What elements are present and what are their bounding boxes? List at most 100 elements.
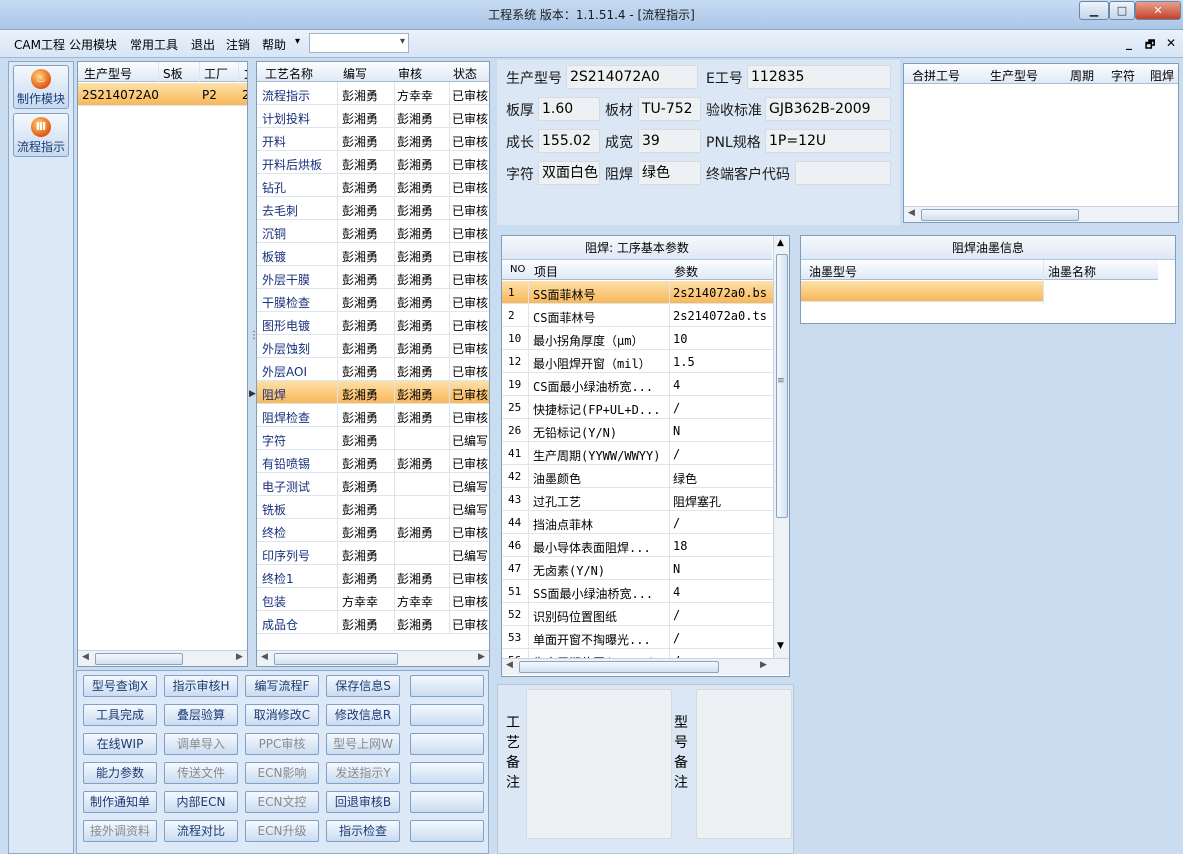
help-dropdown-icon[interactable]: ▾ [295,36,300,47]
process-row[interactable]: 图形电镀 彭湘勇 彭湘勇 已审核 [257,312,489,335]
action-button[interactable]: ECN升级 [245,820,319,842]
process-row[interactable]: 阻焊检查 彭湘勇 彭湘勇 已审核 [257,404,489,427]
col-process-name[interactable]: 工艺名称 [265,65,313,82]
col-extra[interactable]: 文 [244,65,247,82]
flow-instruction-button[interactable]: Ⅲ 流程指示 [13,113,69,157]
process-row[interactable]: 开料 彭湘勇 彭湘勇 已审核 [257,128,489,151]
action-button[interactable] [410,820,484,842]
scroll-right-icon[interactable]: ▶ [760,660,767,670]
scroll-left-icon[interactable]: ◀ [506,660,513,670]
menu-common-tools[interactable]: 常用工具 [130,36,178,53]
col-writer[interactable]: 编写 [343,65,367,82]
menu-common-module[interactable]: 公用模块 [69,36,117,53]
action-button[interactable]: 叠层验算 [164,704,238,726]
col-reviewer[interactable]: 审核 [398,65,422,82]
action-button[interactable] [410,762,484,784]
process-row[interactable]: 印序列号 彭湘勇 已编写 [257,542,489,565]
model-grid-hscroll[interactable]: ◀ ▶ [78,650,247,666]
action-button[interactable]: ECN影响 [245,762,319,784]
process-row[interactable]: 流程指示 彭湘勇 方幸幸 已审核 [257,82,489,105]
process-grid-hscroll[interactable]: ◀ ▶ [257,650,489,666]
model-row[interactable]: 2S214072A0 P2 2 [78,83,247,106]
menu-help[interactable]: 帮助 [262,36,286,53]
char-field[interactable]: 双面白色 [538,161,600,185]
action-button[interactable]: PPC审核 [245,733,319,755]
process-row[interactable]: 电子测试 彭湘勇 已编写 [257,473,489,496]
param-row[interactable]: 41 生产周期(YYWW/WWYY) / [502,442,774,465]
param-row[interactable]: 46 最小导体表面阻焊... 18 [502,534,774,557]
process-row[interactable]: 开料后烘板 彭湘勇 彭湘勇 已审核 [257,151,489,174]
action-button[interactable]: 指示检查 [326,820,400,842]
param-row[interactable]: 10 最小拐角厚度（μm） 10 [502,327,774,350]
scroll-thumb[interactable] [921,209,1079,221]
action-button[interactable]: 指示审核H [164,675,238,697]
action-button[interactable]: 修改信息R [326,704,400,726]
col-ink-name[interactable]: 油墨名称 [1048,263,1096,280]
action-button[interactable]: 回退审核B [326,791,400,813]
col-status[interactable]: 状态 [453,65,477,82]
action-button[interactable]: 取消修改C [245,704,319,726]
action-button[interactable]: 型号上网W [326,733,400,755]
scroll-up-icon[interactable]: ▲ [777,238,784,248]
scroll-thumb[interactable] [776,254,788,518]
process-row[interactable]: 铣板 彭湘勇 已编写 [257,496,489,519]
param-row[interactable]: 26 无铅标记(Y/N) N [502,419,774,442]
action-button[interactable]: 接外调资料 [83,820,157,842]
process-row[interactable]: 终检 彭湘勇 彭湘勇 已审核 [257,519,489,542]
process-row[interactable]: 钻孔 彭湘勇 彭湘勇 已审核 [257,174,489,197]
param-row[interactable]: 52 识别码位置图纸 / [502,603,774,626]
action-button[interactable] [410,675,484,697]
action-button[interactable] [410,704,484,726]
process-row[interactable]: 外层干膜 彭湘勇 彭湘勇 已审核 [257,266,489,289]
col-param[interactable]: 参数 [674,263,698,280]
process-row[interactable]: 板镀 彭湘勇 彭湘勇 已审核 [257,243,489,266]
mdi-minimize-button[interactable]: _ [1126,36,1132,50]
col-item[interactable]: 项目 [534,263,558,280]
action-button[interactable]: 型号查询X [83,675,157,697]
params-vscroll[interactable]: ▲ ≡ ▼ [773,236,789,658]
action-button[interactable] [410,791,484,813]
thickness-field[interactable]: 1.60 [538,97,600,121]
scroll-right-icon[interactable]: ▶ [478,652,485,662]
menu-cam[interactable]: CAM工程 [14,36,65,53]
process-row[interactable]: 干膜检查 彭湘勇 彭湘勇 已审核 [257,289,489,312]
action-button[interactable]: 发送指示Y [326,762,400,784]
action-button[interactable]: 调单导入 [164,733,238,755]
action-button[interactable]: 制作通知单 [83,791,157,813]
process-row[interactable]: 计划投料 彭湘勇 彭湘勇 已审核 [257,105,489,128]
process-row[interactable]: 沉铜 彭湘勇 彭湘勇 已审核 [257,220,489,243]
width-field[interactable]: 39 [638,129,701,153]
action-button[interactable]: 内部ECN [164,791,238,813]
menu-combo-box[interactable] [309,33,409,53]
param-row[interactable]: 1 SS面菲林号 2s214072a0.bs [502,281,774,304]
maximize-button[interactable]: □ [1109,1,1135,20]
menu-logout[interactable]: 注销 [226,36,250,53]
params-hscroll[interactable]: ◀ ▶ [502,658,789,675]
minimize-button[interactable]: ▁ [1079,1,1109,20]
col-merge-no[interactable]: 合拼工号 [912,67,960,84]
process-row[interactable]: 外层蚀刻 彭湘勇 彭湘勇 已审核 [257,335,489,358]
merge-grid-hscroll[interactable]: ◀ [904,206,1178,222]
param-row[interactable]: 44 挡油点菲林 / [502,511,774,534]
process-row[interactable]: 去毛刺 彭湘勇 彭湘勇 已审核 [257,197,489,220]
model-remark-field[interactable] [696,689,792,839]
action-button[interactable]: 传送文件 [164,762,238,784]
scroll-left-icon[interactable]: ◀ [908,208,915,218]
action-button[interactable]: 能力参数 [83,762,157,784]
material-field[interactable]: TU-752 [638,97,701,121]
length-field[interactable]: 155.02 [538,129,600,153]
scroll-down-icon[interactable]: ▼ [777,641,784,651]
param-row[interactable]: 47 无卤素(Y/N) N [502,557,774,580]
col-s-board[interactable]: S板 [163,65,183,82]
param-row[interactable]: 19 CS面最小绿油桥宽... 4 [502,373,774,396]
col-merge-cycle[interactable]: 周期 [1070,67,1094,84]
scroll-thumb[interactable] [95,653,183,665]
col-merge-mask[interactable]: 阻焊 [1150,67,1174,84]
col-model[interactable]: 生产型号 [84,65,132,82]
scroll-right-icon[interactable]: ▶ [236,652,243,662]
scroll-thumb[interactable] [519,661,719,673]
action-button[interactable]: 在线WIP [83,733,157,755]
process-remark-field[interactable] [526,689,672,839]
mdi-restore-button[interactable]: 🗗 [1145,36,1155,55]
action-button[interactable]: 编写流程F [245,675,319,697]
